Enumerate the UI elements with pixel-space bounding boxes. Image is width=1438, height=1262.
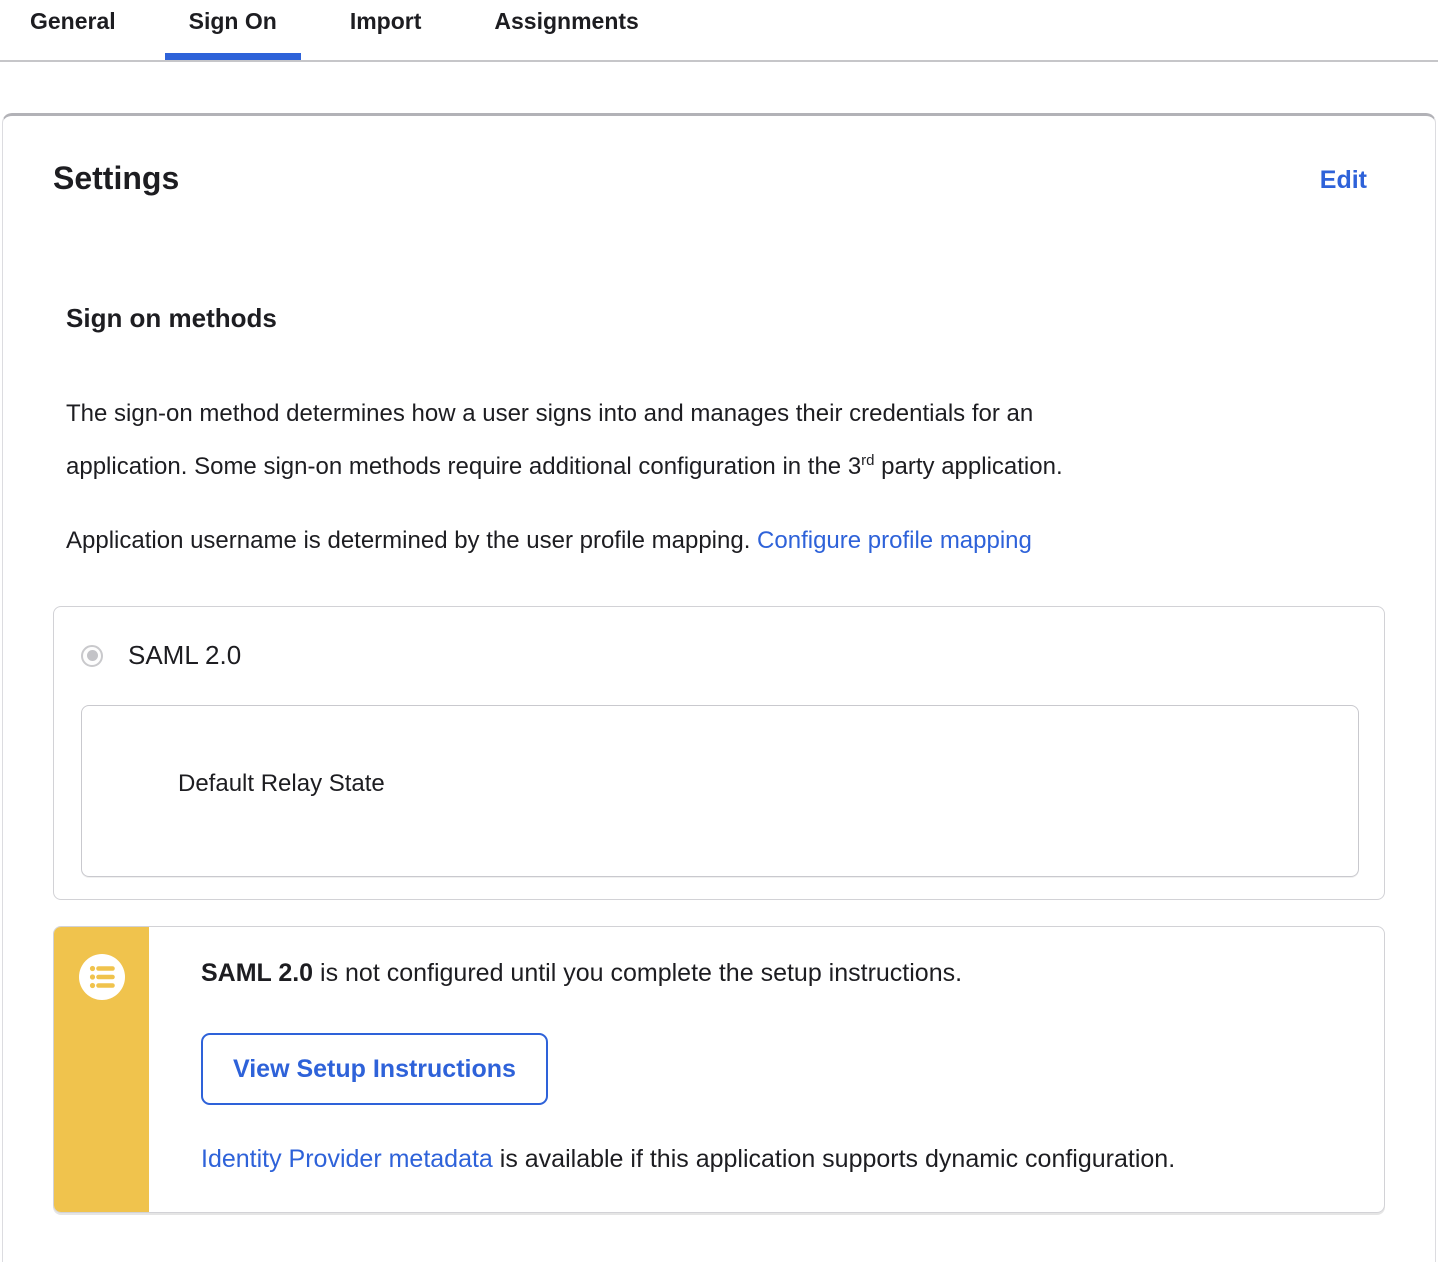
default-relay-state-panel: Default Relay State [81, 705, 1359, 877]
description-line-2-end: party application. [875, 453, 1063, 480]
app-tabs: General Sign On Import Assignments [0, 0, 1438, 62]
ordinal-superscript: rd [861, 452, 874, 469]
view-setup-instructions-button[interactable]: View Setup Instructions [201, 1033, 548, 1105]
metadata-line-rest: is available if this application support… [493, 1145, 1175, 1173]
callout-body: SAML 2.0 is not configured until you com… [149, 927, 1384, 1212]
identity-provider-metadata-link[interactable]: Identity Provider metadata [201, 1145, 493, 1173]
configure-profile-mapping-link[interactable]: Configure profile mapping [757, 527, 1032, 554]
tab-assignments[interactable]: Assignments [470, 0, 662, 60]
saml-radio-button[interactable] [81, 645, 103, 667]
profile-mapping-text: Application username is determined by th… [66, 527, 757, 554]
tab-general[interactable]: General [6, 0, 140, 60]
radio-selected-dot [87, 650, 98, 661]
sign-on-methods-heading: Sign on methods [66, 303, 1385, 334]
edit-link[interactable]: Edit [1320, 166, 1367, 195]
tab-sign-on[interactable]: Sign On [165, 0, 301, 60]
saml-method-box: SAML 2.0 Default Relay State [53, 606, 1385, 900]
sign-on-description: The sign-on method determines how a user… [66, 390, 1385, 490]
page-title: Settings [53, 160, 179, 197]
default-relay-state-label: Default Relay State [178, 770, 385, 797]
metadata-line: Identity Provider metadata is available … [201, 1145, 1344, 1174]
callout-message-rest: is not configured until you complete the… [313, 959, 962, 987]
tab-import[interactable]: Import [326, 0, 446, 60]
description-line-1: The sign-on method determines how a user… [66, 400, 1033, 427]
callout-message: SAML 2.0 is not configured until you com… [201, 957, 1344, 989]
list-icon [79, 954, 125, 1000]
description-line-2: application. Some sign-on methods requir… [66, 453, 861, 480]
saml-setup-callout: SAML 2.0 is not configured until you com… [53, 926, 1385, 1213]
saml-radio-label: SAML 2.0 [128, 640, 241, 671]
callout-warning-stripe [54, 927, 149, 1212]
profile-mapping-line: Application username is determined by th… [66, 517, 1385, 564]
saml-radio-row: SAML 2.0 [81, 640, 1359, 671]
settings-card: Settings Edit Sign on methods The sign-o… [2, 113, 1436, 1262]
callout-message-strong: SAML 2.0 [201, 959, 313, 987]
settings-card-header: Settings Edit [53, 116, 1385, 197]
